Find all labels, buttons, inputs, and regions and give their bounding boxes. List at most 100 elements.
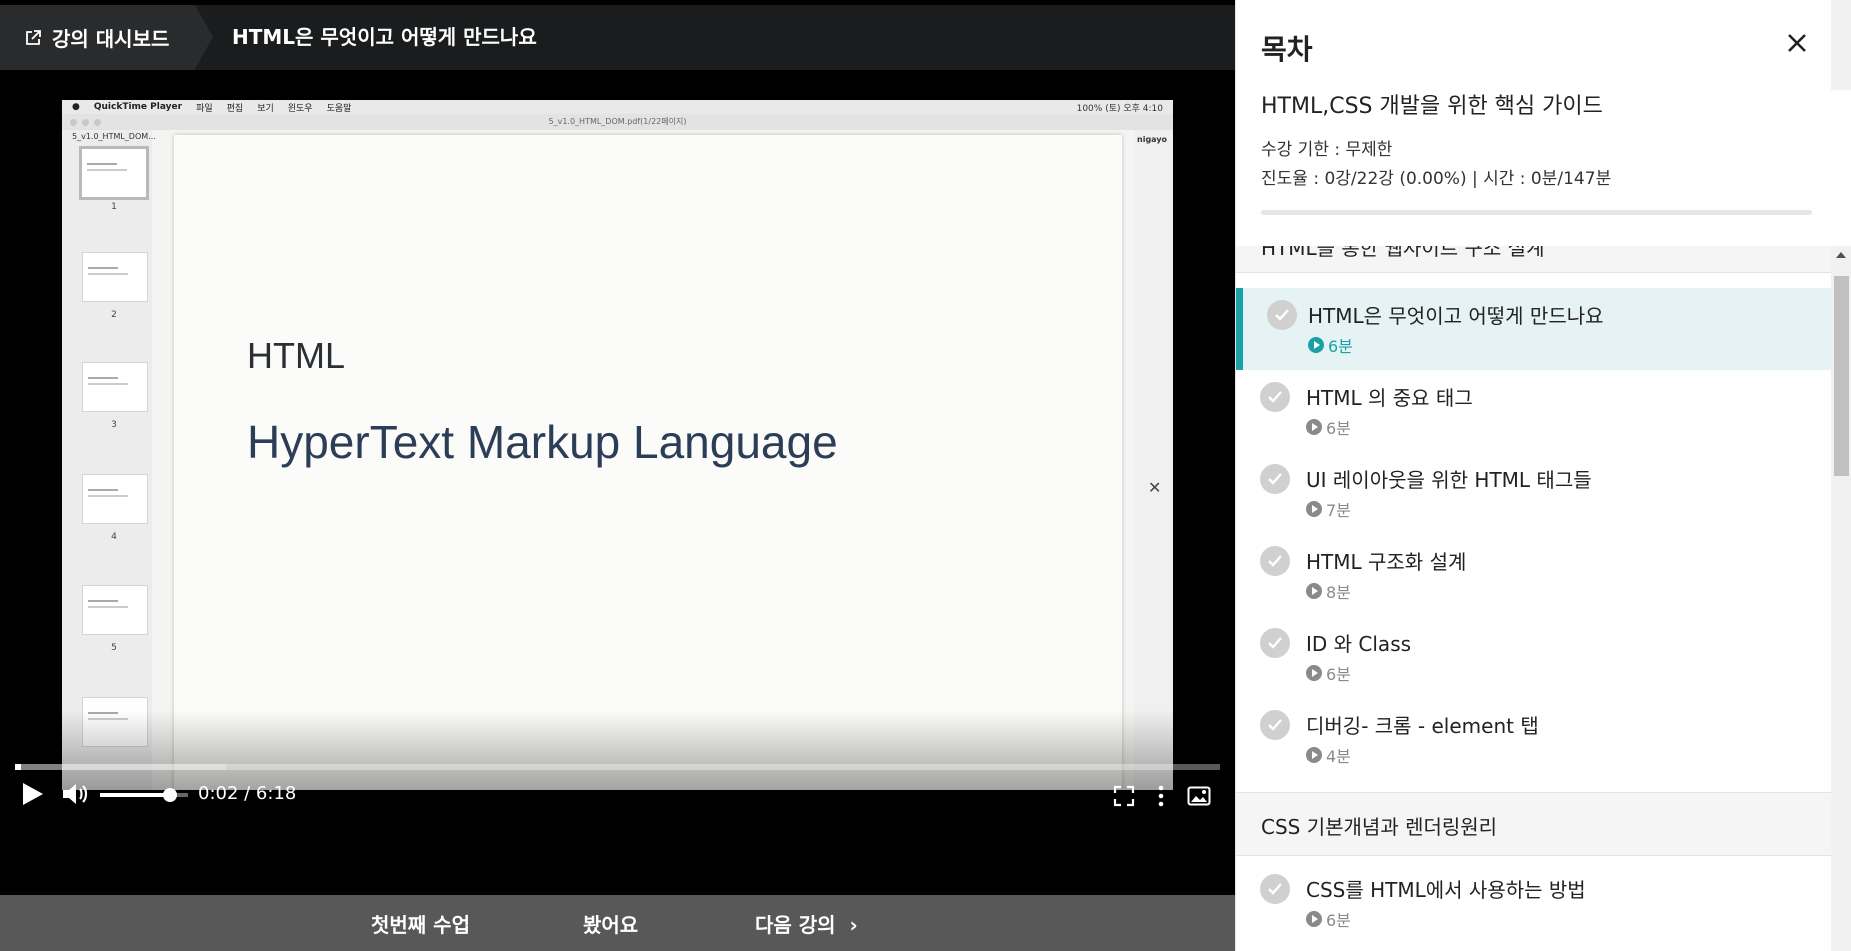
duration-text: 6분 [1328, 337, 1353, 356]
lesson-duration: 6분 [1306, 661, 1351, 685]
toc-title: 목차 [1261, 33, 1313, 66]
volume-slider[interactable] [100, 788, 188, 802]
close-icon: ✕ [1148, 478, 1162, 497]
external-link-icon [26, 29, 41, 45]
menubar-item: 편집 [226, 103, 244, 114]
window-dot [70, 119, 77, 126]
play-circle-icon [1306, 911, 1322, 927]
slide-subheading: HyperText Markup Language [247, 416, 838, 468]
dashboard-label: 강의 대시보드 [52, 27, 170, 51]
first-lesson-button[interactable]: 첫번째 수업 [371, 895, 470, 951]
check-icon [1260, 710, 1290, 740]
seek-bar[interactable] [15, 764, 1220, 770]
toc-panel: 목차 HTML,CSS 개발을 위한 핵심 가이드 수강 기한 : 무제한 진도… [1235, 0, 1851, 951]
chevron-right-icon: › [842, 913, 858, 937]
lesson-item[interactable]: 디버깅- 크롬 - element 탭 4분 [1236, 698, 1831, 780]
lesson-duration: 8분 [1306, 579, 1351, 603]
duration-text: 6분 [1326, 665, 1351, 684]
window-dot [94, 119, 101, 126]
breadcrumb-arrow [195, 5, 213, 69]
course-title: HTML,CSS 개발을 위한 핵심 가이드 [1261, 94, 1603, 119]
lesson-title: ID 와 Class [1306, 632, 1412, 656]
fullscreen-icon[interactable] [1113, 785, 1135, 807]
menubar-app: QuickTime Player [93, 102, 183, 112]
close-icon[interactable] [1784, 30, 1810, 56]
lesson-duration: 6분 [1306, 415, 1351, 439]
controls-gradient [62, 710, 1173, 790]
lesson-nav-bar: 첫번째 수업 봤어요 다음 강의 › [0, 895, 1235, 951]
check-icon [1260, 546, 1290, 576]
time-display: 0:02 / 6:18 [198, 783, 297, 804]
check-icon [1260, 628, 1290, 658]
thumbnail-number: 4 [111, 532, 117, 542]
panel-scrollbar[interactable] [1831, 0, 1851, 90]
lesson-item[interactable]: UI 레이아웃을 위한 HTML 태그들 7분 [1236, 452, 1831, 534]
watched-button[interactable]: 봤어요 [583, 895, 638, 951]
next-lesson-label: 다음 강의 [755, 913, 836, 937]
lesson-title: HTML 의 중요 태그 [1306, 386, 1473, 410]
dashboard-button[interactable]: 강의 대시보드 [0, 5, 195, 70]
duration-text: 4분 [1326, 747, 1351, 766]
thumbnail-number: 2 [111, 310, 117, 320]
lesson-title: HTML은 무엇이고 어떻게 만드나요 [1308, 304, 1604, 328]
course-period: 수강 기한 : 무제한 [1261, 140, 1393, 160]
play-icon[interactable] [23, 783, 43, 805]
menubar-item: 도움말 [326, 103, 352, 114]
more-options-icon[interactable] [1156, 784, 1166, 808]
lesson-duration: 4분 [1306, 743, 1351, 767]
duration-text: 6분 [1326, 911, 1351, 930]
lesson-duration: 7분 [1306, 497, 1351, 521]
scroll-thumb[interactable] [1834, 276, 1849, 476]
picture-icon[interactable] [1187, 786, 1211, 806]
lesson-title: HTML 구조화 설계 [1306, 550, 1467, 574]
player-header: 강의 대시보드 HTML은 무엇이고 어떻게 만드나요 [0, 5, 1235, 70]
lesson-list-scrollbar[interactable] [1831, 246, 1851, 951]
course-progress-text: 진도율 : 0강/22강 (0.00%) | 시간 : 0분/147분 [1261, 169, 1612, 189]
slide-page: HTML HyperText Markup Language [174, 135, 1122, 790]
window-dot [82, 119, 89, 126]
lesson-title: CSS를 HTML에서 사용하는 방법 [1306, 878, 1586, 902]
thumbnail-number: 5 [111, 643, 117, 653]
lesson-item[interactable]: CSS를 HTML에서 사용하는 방법 6분 [1236, 862, 1831, 944]
lesson-title: 디버깅- 크롬 - element 탭 [1306, 714, 1539, 738]
play-circle-icon [1306, 419, 1322, 435]
thumbnail [82, 252, 148, 302]
menubar-item: 보기 [257, 103, 274, 114]
video-frame[interactable]: ● QuickTime Player 파일 편집 보기 윈도우 도움말 100%… [62, 100, 1173, 790]
lesson-duration: 6분 [1306, 907, 1351, 931]
section-header[interactable]: CSS 기본개념과 렌더링원리 [1236, 792, 1831, 856]
menubar-status: 100% (토) 오후 4:10 [1076, 103, 1163, 114]
check-icon [1267, 300, 1297, 330]
lesson-list: HTML을 통한 웹사이트 구조 설계 HTML은 무엇이고 어떻게 만드나요 … [1236, 246, 1831, 951]
volume-icon[interactable] [60, 780, 90, 808]
play-circle-icon [1306, 501, 1322, 517]
lesson-title: HTML은 무엇이고 어떻게 만드나요 [232, 25, 537, 49]
lesson-item[interactable]: ID 와 Class 6분 [1236, 616, 1831, 698]
thumbnail-number: 1 [111, 202, 117, 212]
slide-heading: HTML [247, 335, 345, 376]
next-lesson-button[interactable]: 다음 강의 › [755, 895, 858, 951]
thumbnail [79, 146, 149, 200]
mac-menubar: ● QuickTime Player 파일 편집 보기 윈도우 도움말 100%… [62, 100, 1173, 114]
scroll-up-icon[interactable] [1836, 252, 1846, 258]
lesson-item[interactable]: HTML 의 중요 태그 6분 [1236, 370, 1831, 452]
volume-fill [100, 793, 171, 797]
lesson-title: UI 레이아웃을 위한 HTML 태그들 [1306, 468, 1592, 492]
menubar-item: 윈도우 [287, 103, 313, 114]
seek-buffered [15, 764, 226, 770]
apple-icon: ● [72, 102, 80, 112]
video-player: 강의 대시보드 HTML은 무엇이고 어떻게 만드나요 ● QuickTime … [0, 0, 1235, 951]
window-title: 5_v1.0_HTML_DOM.pdf(1/22페이지) [548, 117, 687, 126]
play-circle-icon [1308, 337, 1324, 353]
lesson-item[interactable]: HTML 구조화 설계 8분 [1236, 534, 1831, 616]
thumbnail [82, 474, 148, 524]
section-header[interactable]: HTML을 통한 웹사이트 구조 설계 [1236, 246, 1831, 273]
volume-knob[interactable] [163, 788, 178, 802]
duration-text: 7분 [1326, 501, 1351, 520]
duration-text: 6분 [1326, 419, 1351, 438]
menubar-item: 파일 [196, 103, 213, 114]
lesson-item[interactable]: HTML은 무엇이고 어떻게 만드나요 6분 [1236, 288, 1831, 370]
play-circle-icon [1306, 583, 1322, 599]
play-circle-icon [1306, 665, 1322, 681]
window-titlebar: 5_v1.0_HTML_DOM.pdf(1/22페이지) [62, 114, 1173, 130]
